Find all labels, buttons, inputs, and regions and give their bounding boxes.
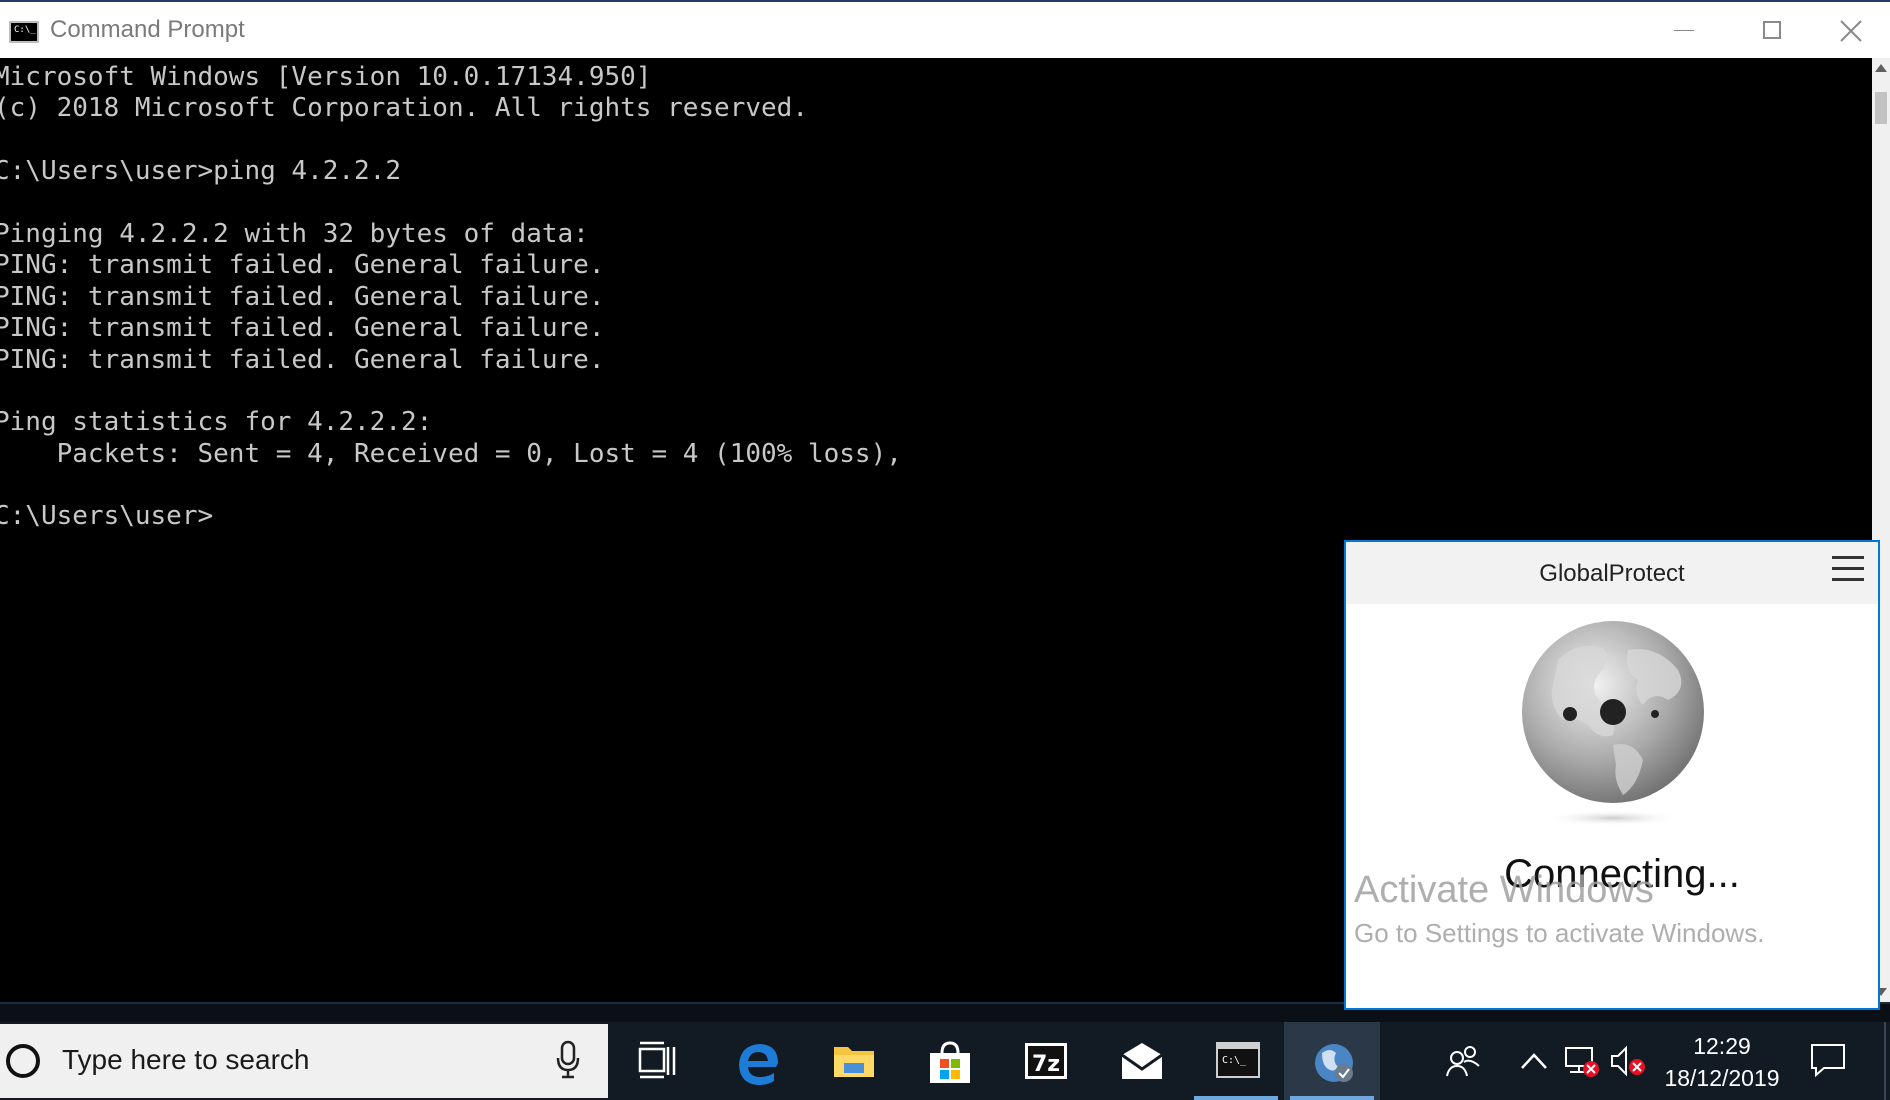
folder-icon <box>834 1047 874 1077</box>
store-button[interactable] <box>900 1022 996 1100</box>
active-app-indicator <box>1290 1096 1374 1100</box>
globalprotect-panel: GlobalProtect Connecting... <box>1344 540 1880 1010</box>
console-line: (c) 2018 Microsoft Corporation. All righ… <box>0 93 808 124</box>
microphone-icon[interactable] <box>556 1040 580 1080</box>
connection-status: Connecting... <box>1504 852 1740 896</box>
edge-button[interactable] <box>708 1022 804 1100</box>
globalprotect-globe-icon <box>1315 1044 1353 1082</box>
scroll-up-arrow-icon[interactable] <box>1875 64 1887 72</box>
globalprotect-title: GlobalProtect <box>1539 560 1685 587</box>
svg-text:7z: 7z <box>1032 1052 1060 1077</box>
show-desktop-button[interactable] <box>1884 1022 1886 1100</box>
window-title: Command Prompt <box>50 16 245 43</box>
console-line: Microsoft Windows [Version 10.0.17134.95… <box>0 62 652 92</box>
title-bar[interactable]: C:\_ Command Prompt <box>0 0 1890 58</box>
console-line: PING: transmit failed. General failure. <box>0 313 605 344</box>
cmd-icon-text: C:\_ <box>14 25 36 35</box>
svg-text:C:\_: C:\_ <box>1222 1055 1247 1066</box>
mail-button[interactable] <box>1092 1022 1188 1100</box>
globalprotect-taskbar-button[interactable] <box>1284 1022 1380 1100</box>
clock-time: 12:29 <box>1693 1033 1751 1059</box>
close-icon <box>1840 20 1862 42</box>
taskbar-search-box[interactable]: Type here to search <box>0 1024 608 1098</box>
console-line: PING: transmit failed. General failure. <box>0 281 605 312</box>
minimize-icon <box>1674 30 1694 31</box>
mail-icon <box>1121 1043 1163 1079</box>
maximize-icon <box>1763 21 1781 39</box>
7zip-icon: 7z <box>1025 1043 1067 1079</box>
console-line: Ping statistics for 4.2.2.2: <box>0 407 433 438</box>
clock-date: 18/12/2019 <box>1664 1065 1780 1091</box>
scroll-thumb[interactable] <box>1875 92 1887 124</box>
globe-icon <box>1522 621 1704 826</box>
maximize-button[interactable] <box>1728 2 1816 58</box>
close-button[interactable] <box>1816 2 1890 58</box>
globalprotect-header: GlobalProtect <box>1346 542 1878 604</box>
console-line: PING: transmit failed. General failure. <box>0 344 605 375</box>
file-explorer-button[interactable] <box>804 1022 900 1100</box>
console-line: PING: transmit failed. General failure. <box>0 250 605 281</box>
edge-icon <box>739 1044 778 1085</box>
network-disconnected-icon[interactable] <box>1564 1044 1600 1078</box>
cmd-icon: C:\_ <box>9 21 39 43</box>
task-view-icon <box>638 1041 676 1079</box>
taskbar-clock[interactable]: 12:29 18/12/2019 <box>1652 1030 1792 1094</box>
console-line: Pinging 4.2.2.2 with 32 bytes of data: <box>0 218 589 249</box>
minimize-button[interactable] <box>1640 2 1728 58</box>
search-placeholder: Type here to search <box>62 1044 310 1075</box>
command-prompt-icon: C:\_ <box>1216 1042 1260 1078</box>
console-line: Packets: Sent = 4, Received = 0, Lost = … <box>0 438 902 469</box>
7zip-button[interactable]: 7z <box>996 1022 1092 1100</box>
action-center-icon[interactable] <box>1810 1042 1846 1078</box>
store-icon <box>930 1041 970 1083</box>
chevron-up-icon[interactable] <box>1520 1052 1548 1070</box>
console-line: C:\Users\user>ping 4.2.2.2 <box>0 156 401 187</box>
task-view-button[interactable] <box>610 1022 706 1100</box>
volume-muted-icon[interactable] <box>1610 1044 1646 1078</box>
taskbar: Type here to search 7z C:\_ 12:29 18/12/… <box>0 1022 1890 1100</box>
hamburger-menu-icon[interactable] <box>1832 554 1864 584</box>
console-line: C:\Users\user> <box>0 501 214 532</box>
people-icon[interactable] <box>1446 1044 1482 1078</box>
command-prompt-taskbar-button[interactable]: C:\_ <box>1188 1022 1284 1100</box>
active-app-indicator <box>1194 1096 1278 1100</box>
cortana-icon[interactable] <box>6 1044 40 1078</box>
